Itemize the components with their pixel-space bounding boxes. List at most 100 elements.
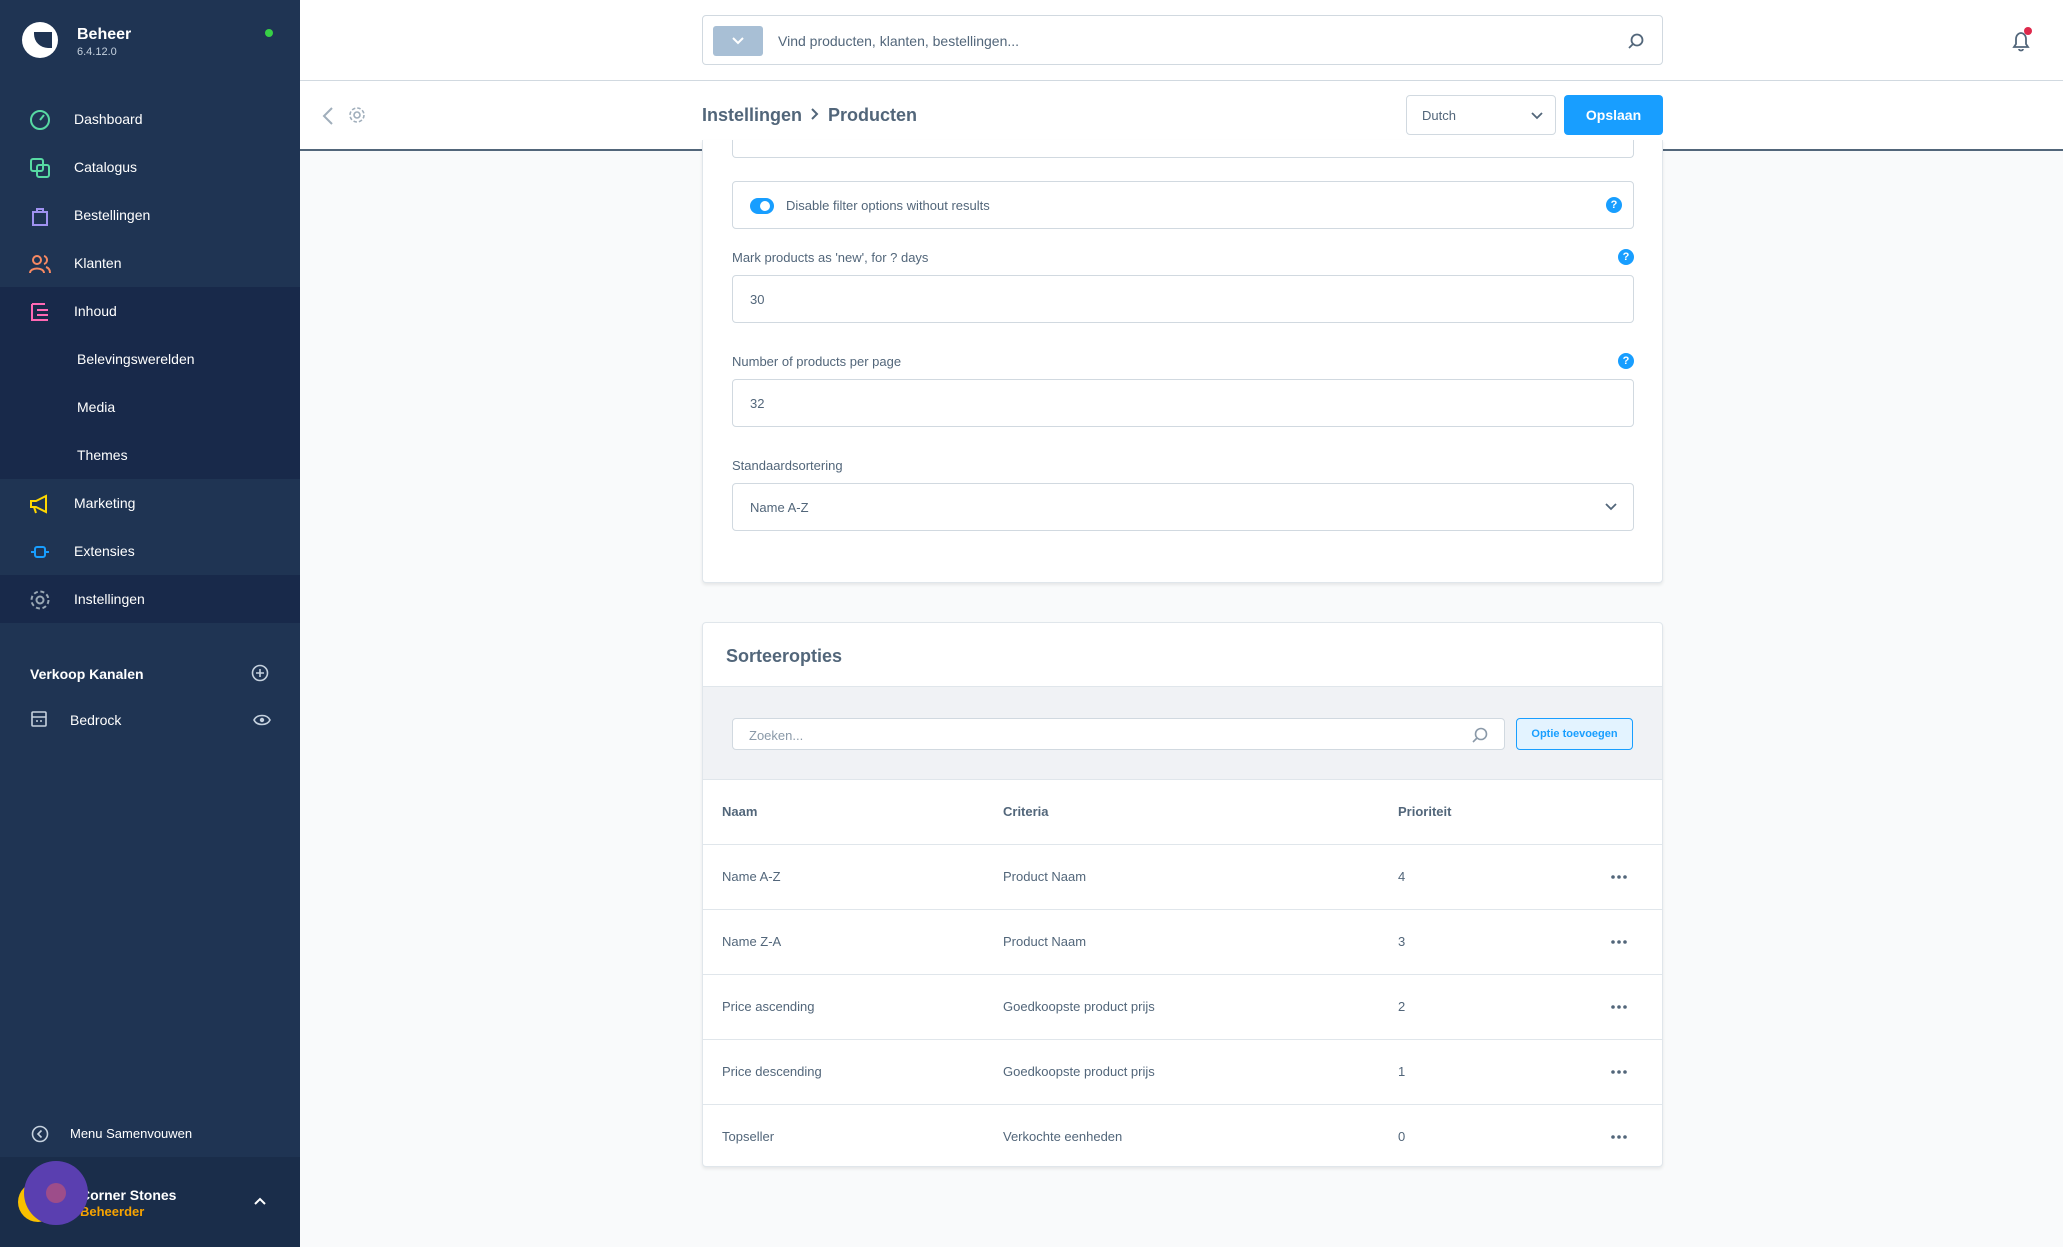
table-row[interactable]: Name Z-A Product Naam 3 [703, 910, 1662, 975]
default-sorting-label: Standaardsortering [732, 458, 843, 473]
collapse-menu-button[interactable]: Menu Samenvouwen [0, 1114, 300, 1154]
table-row[interactable]: Name A-Z Product Naam 4 [703, 845, 1662, 910]
sidebar: Beheer 6.4.12.0 Dashboard Catalogus Best… [0, 0, 300, 1247]
user-role: Beheerder [80, 1204, 145, 1219]
notification-badge [2024, 27, 2032, 35]
global-search[interactable]: Vind producten, klanten, bestellingen... [702, 15, 1663, 65]
product-settings-card: Disable filter options without results ?… [702, 140, 1663, 583]
sort-options-card: Sorteeropties Zoeken... Optie toevoegen … [702, 622, 1663, 1167]
per-page-input[interactable]: 32 [732, 379, 1634, 427]
language-select[interactable]: Dutch [1406, 95, 1556, 135]
more-options-icon[interactable] [1609, 1129, 1629, 1145]
more-options-icon[interactable] [1609, 999, 1629, 1015]
sales-channel-label: Bedrock [70, 712, 122, 728]
table-header: Naam Criteria Prioriteit [703, 780, 1662, 845]
new-days-value: 30 [750, 292, 765, 307]
row-priority: 4 [1398, 869, 1406, 884]
row-criteria: Verkochte eenheden [1003, 1129, 1123, 1144]
toggle-label: Disable filter options without results [786, 198, 990, 213]
table-row[interactable]: Price descending Goedkoopste product pri… [703, 1040, 1662, 1105]
disable-filter-toggle[interactable] [750, 198, 774, 214]
sidebar-item-label: Marketing [74, 495, 136, 511]
storefront-icon [31, 711, 47, 727]
sidebar-item-marketing[interactable]: Marketing [0, 479, 300, 527]
sidebar-item-content[interactable]: Inhoud [0, 287, 300, 335]
row-name: Price descending [722, 1064, 822, 1079]
eye-icon[interactable] [253, 712, 271, 728]
breadcrumb-parent[interactable]: Instellingen [702, 105, 802, 125]
sidebar-item-label: Catalogus [74, 159, 138, 175]
more-options-icon[interactable] [1609, 934, 1629, 950]
row-priority: 0 [1398, 1129, 1406, 1144]
new-days-input[interactable]: 30 [732, 275, 1634, 323]
row-priority: 1 [1398, 1064, 1406, 1079]
sidebar-item-label: Media [77, 399, 116, 415]
search-icon[interactable] [1627, 32, 1645, 50]
settings-icon [30, 590, 50, 610]
new-days-label: Mark products as 'new', for ? days [732, 250, 929, 265]
sidebar-item-label: Dashboard [74, 111, 143, 127]
catalog-icon [30, 158, 50, 178]
row-priority: 3 [1398, 934, 1406, 949]
help-icon[interactable]: ? [1618, 249, 1634, 265]
sidebar-item-shopping-experiences[interactable]: Belevingswerelden [0, 335, 300, 383]
sidebar-item-label: Bestellingen [74, 207, 151, 223]
row-criteria: Goedkoopste product prijs [1003, 999, 1155, 1014]
search-input[interactable]: Vind producten, klanten, bestellingen... [778, 33, 1019, 49]
default-sorting-value: Name A-Z [750, 500, 809, 515]
card-title: Sorteeropties [726, 646, 843, 666]
table-row[interactable]: Topseller Verkochte eenheden 0 [703, 1105, 1662, 1170]
sidebar-item-label: Extensies [74, 543, 135, 559]
help-icon[interactable]: ? [1618, 353, 1634, 369]
sort-options-toolbar: Zoeken... Optie toevoegen [703, 686, 1662, 780]
default-sorting-select[interactable]: Name A-Z [732, 483, 1634, 531]
disable-filter-options-field: Disable filter options without results ? [732, 181, 1634, 229]
row-criteria: Goedkoopste product prijs [1003, 1064, 1155, 1079]
content-icon [31, 303, 48, 321]
sidebar-item-dashboard[interactable]: Dashboard [0, 95, 300, 143]
table-row[interactable]: Price ascending Goedkoopste product prij… [703, 975, 1662, 1040]
back-arrow-icon[interactable] [322, 106, 334, 126]
help-icon[interactable]: ? [1606, 197, 1622, 213]
row-name: Name A-Z [722, 869, 781, 884]
sales-channels-title: Verkoop Kanalen [30, 666, 144, 682]
row-priority: 2 [1398, 999, 1406, 1014]
column-header-criteria[interactable]: Criteria [1003, 804, 1049, 819]
gear-icon[interactable] [348, 106, 366, 124]
sidebar-item-settings[interactable]: Instellingen [0, 575, 300, 623]
column-header-name[interactable]: Naam [722, 804, 757, 819]
save-button[interactable]: Opslaan [1564, 95, 1663, 135]
status-dot [265, 29, 273, 37]
chevron-down-icon [1605, 503, 1617, 511]
column-header-priority[interactable]: Prioriteit [1398, 804, 1451, 819]
sidebar-item-extensions[interactable]: Extensies [0, 527, 300, 575]
add-option-button[interactable]: Optie toevoegen [1516, 718, 1633, 750]
sort-options-search[interactable]: Zoeken... [732, 718, 1505, 750]
breadcrumb-current: Producten [828, 105, 918, 125]
sidebar-item-label: Instellingen [74, 591, 145, 607]
add-sales-channel-icon[interactable] [251, 664, 269, 682]
chevron-up-icon [254, 1197, 266, 1205]
sidebar-item-media[interactable]: Media [0, 383, 300, 431]
sidebar-item-themes[interactable]: Themes [0, 431, 300, 479]
sidebar-item-orders[interactable]: Bestellingen [0, 191, 300, 239]
chevron-down-icon [1531, 112, 1543, 120]
sidebar-item-customers[interactable]: Klanten [0, 239, 300, 287]
brand: Beheer 6.4.12.0 [0, 0, 300, 84]
sales-channel-item[interactable]: Bedrock [0, 700, 300, 740]
more-options-icon[interactable] [1609, 1064, 1629, 1080]
chevron-right-icon [811, 108, 819, 120]
app-name: Beheer [77, 26, 132, 43]
sidebar-item-label: Belevingswerelden [77, 351, 195, 367]
sidebar-item-catalog[interactable]: Catalogus [0, 143, 300, 191]
breadcrumb: Instellingen Producten [702, 105, 917, 126]
user-name: Corner Stones [80, 1187, 177, 1203]
sidebar-item-label: Inhoud [74, 303, 117, 319]
extensions-icon [31, 546, 49, 558]
orders-icon [32, 208, 48, 226]
cursor-highlight [24, 1161, 88, 1225]
shopware-logo [22, 22, 58, 58]
topbar: Vind producten, klanten, bestellingen... [300, 0, 2063, 81]
more-options-icon[interactable] [1609, 869, 1629, 885]
search-type-button[interactable] [713, 26, 763, 56]
